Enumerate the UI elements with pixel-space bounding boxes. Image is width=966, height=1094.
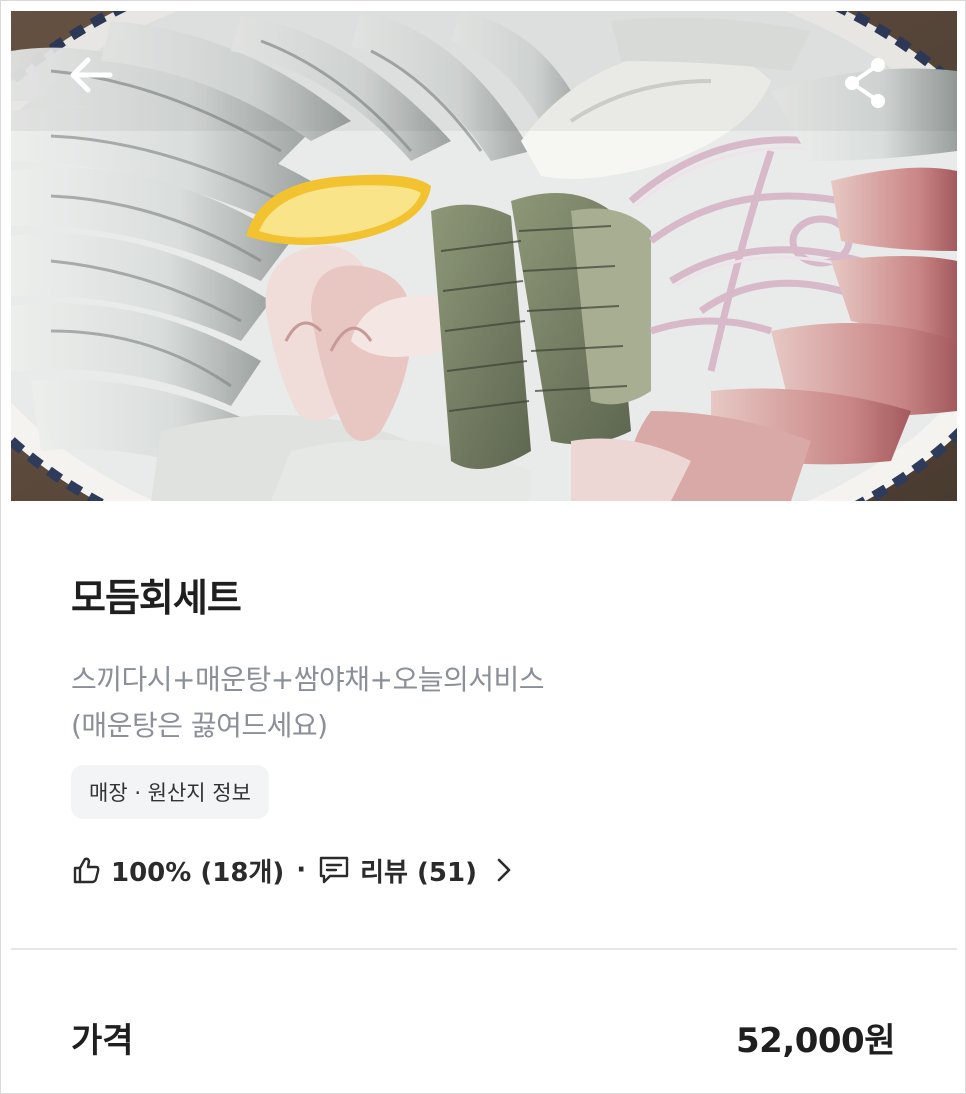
menu-detail-screen: 모듬회세트 스끼다시+매운탕+쌈야채+오늘의서비스 (매운탕은 끓여드세요) 매… xyxy=(0,0,966,1094)
price-label: 가격 xyxy=(71,1021,134,1061)
arrow-left-icon xyxy=(70,57,113,93)
review-link[interactable]: 리뷰 (51) xyxy=(318,852,513,889)
menu-title: 모듬회세트 xyxy=(71,576,242,620)
description-line: 스끼다시+매운탕+쌈야채+오늘의서비스 xyxy=(71,663,545,696)
price-value: 52,000원 xyxy=(736,1021,895,1061)
share-button[interactable] xyxy=(833,51,897,115)
separator: · xyxy=(296,855,307,885)
sashimi-platter-image xyxy=(11,11,957,501)
review-count: 리뷰 (51) xyxy=(360,857,477,888)
section-divider xyxy=(11,948,957,950)
store-origin-info-button[interactable]: 매장 · 원산지 정보 xyxy=(71,765,269,819)
thumbs-up-icon xyxy=(71,855,101,885)
description-line: (매운탕은 끓여드세요) xyxy=(71,709,328,742)
menu-photo xyxy=(11,11,957,501)
rating-review-row: 100% (18개) · 리뷰 (51) xyxy=(71,845,513,895)
share-icon xyxy=(845,58,885,108)
chat-bubble-icon xyxy=(318,855,350,885)
back-button[interactable] xyxy=(59,43,123,107)
rating-text: 100% (18개) xyxy=(111,857,285,888)
chevron-right-icon xyxy=(495,855,513,885)
menu-description: 스끼다시+매운탕+쌈야채+오늘의서비스 (매운탕은 끓여드세요) xyxy=(71,657,891,749)
